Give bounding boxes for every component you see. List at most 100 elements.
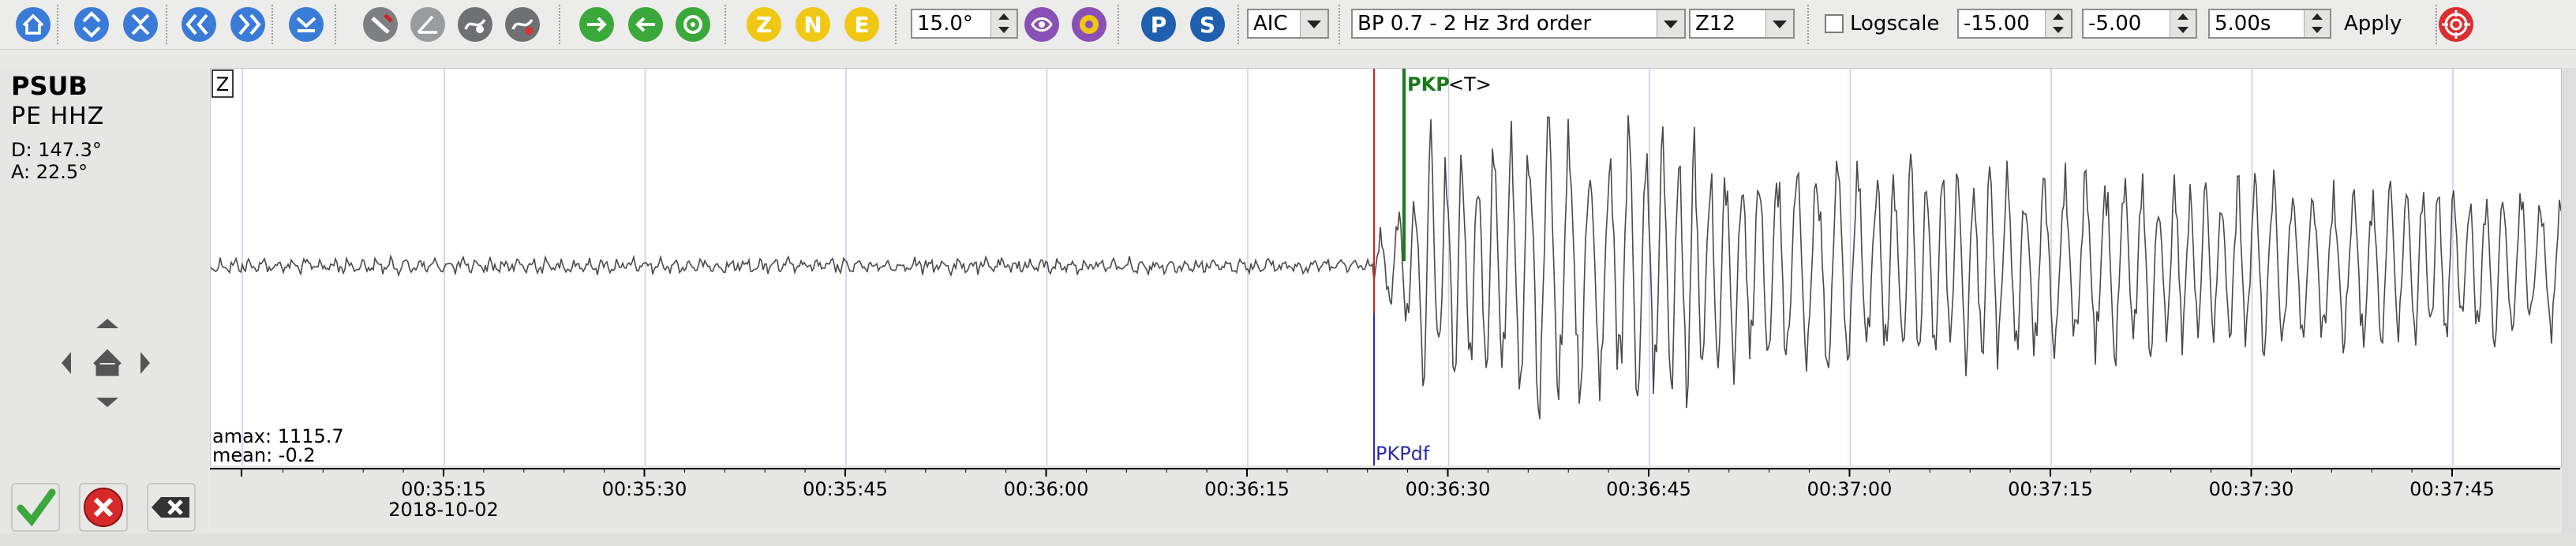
arrow-down-icon[interactable] xyxy=(96,398,118,407)
reject-x-icon xyxy=(79,483,128,532)
window-end-down-arrow[interactable] xyxy=(2170,24,2196,37)
logscale-label: Logscale xyxy=(1850,12,1940,36)
network-channel: PE HHZ xyxy=(11,103,105,130)
pick-p-button[interactable]: P xyxy=(1138,5,1179,44)
component-select[interactable]: Z12 xyxy=(1689,9,1795,39)
accept-check-icon xyxy=(11,483,60,532)
toolbar-separator xyxy=(559,5,564,44)
arrow-right-icon[interactable] xyxy=(140,352,150,374)
status-bar xyxy=(0,533,2576,546)
backward-green-icon[interactable] xyxy=(625,5,666,44)
axis-tick-label: 00:35:15 xyxy=(401,478,486,500)
chevron-down-icon[interactable] xyxy=(1657,10,1684,37)
axis-tick-label: 00:36:30 xyxy=(1406,478,1491,500)
window-end-up-arrow[interactable] xyxy=(2170,10,2196,24)
window-length-spinbox[interactable]: 5.00s xyxy=(2208,9,2331,39)
forward-green-icon[interactable] xyxy=(576,5,617,44)
pick-s-label: S xyxy=(1200,12,1215,38)
chevron-down-icon[interactable] xyxy=(1765,10,1793,37)
toolbar-separator xyxy=(724,5,729,44)
next-icon[interactable] xyxy=(227,5,268,44)
angle-spinbox[interactable]: 15.0° xyxy=(911,9,1018,39)
pick-face-icon[interactable] xyxy=(1069,5,1110,44)
component-select-value: Z12 xyxy=(1695,12,1735,36)
filter-select[interactable]: BP 0.7 - 2 Hz 3rd order xyxy=(1351,9,1686,39)
record-icon[interactable] xyxy=(502,5,543,44)
pick-label: PKP xyxy=(1407,73,1450,95)
vertical-scrollbar[interactable] xyxy=(2562,68,2576,533)
seismogram-trace-panel[interactable]: Z PKP <T> PKPdf amax: 1115.7 mean: -0.2 xyxy=(210,68,2562,467)
theoretical-arrival-label: PKPdf xyxy=(1376,443,1430,465)
filter-select-value: BP 0.7 - 2 Hz 3rd order xyxy=(1357,12,1592,36)
component-n-label: N xyxy=(803,12,822,38)
pick-s-button[interactable]: S xyxy=(1187,5,1228,44)
toolbar-separator xyxy=(57,5,62,44)
axis-tick-label: 00:36:45 xyxy=(1606,478,1691,500)
axis-tick-label: 00:35:30 xyxy=(602,478,687,500)
mean-label: mean: -0.2 xyxy=(212,444,316,466)
zoom-in-vertical-icon[interactable] xyxy=(71,5,112,44)
component-tag: Z xyxy=(216,73,229,95)
component-e-button[interactable]: E xyxy=(841,5,882,44)
toolbar-separator xyxy=(1339,5,1343,44)
arrow-up-icon[interactable] xyxy=(96,319,118,328)
time-axis-svg: 00:35:15 00:35:30 00:35:45 00:36:00 00:36:15… xyxy=(210,468,2560,521)
azimuth-value: A: 22.5° xyxy=(11,161,88,183)
toolbar-separator xyxy=(895,5,900,44)
window-start-value: -15.00 xyxy=(1964,12,2030,36)
align-icon[interactable] xyxy=(286,5,327,44)
seismogram-svg: Z PKP <T> PKPdf amax: 1115.7 mean: -0.2 xyxy=(211,69,2561,466)
picker-select-value: AIC xyxy=(1253,12,1288,36)
toolbar-separator xyxy=(271,5,276,44)
axis-tick-label: 00:37:30 xyxy=(2209,478,2294,500)
axis-date: 2018-10-02 xyxy=(388,499,498,521)
delete-button[interactable] xyxy=(147,483,196,532)
pick-eye-icon[interactable] xyxy=(1021,5,1062,44)
toolbar: Z N E 15.0° P S AIC BP 0.7 - 2 Hz 3rd or… xyxy=(0,0,2576,50)
home-icon[interactable] xyxy=(13,5,54,44)
axis-tick-label: 00:37:45 xyxy=(2409,478,2495,500)
accept-button[interactable] xyxy=(11,483,60,532)
toolbar-separator xyxy=(166,5,170,44)
home-small-icon[interactable] xyxy=(93,349,122,376)
zoom-out-vertical-icon[interactable] xyxy=(120,5,161,44)
toolbar-separator xyxy=(1237,5,1242,44)
time-axis: 00:35:15 00:35:30 00:35:45 00:36:00 00:36:15… xyxy=(210,466,2560,529)
toolbar-separator xyxy=(1118,5,1122,44)
axis-tick-label: 00:37:15 xyxy=(2008,478,2093,500)
arrow-left-icon[interactable] xyxy=(62,352,71,374)
station-info-panel: PSUB PE HHZ D: 147.3° A: 22.5° xyxy=(0,66,207,543)
waveform-trace xyxy=(211,115,2561,420)
angle-value: 15.0° xyxy=(917,12,973,36)
apply-button[interactable]: Apply xyxy=(2344,9,2402,39)
component-z-button[interactable]: Z xyxy=(743,5,784,44)
filter-toggle-icon[interactable] xyxy=(360,5,401,44)
axis-tick-label: 00:36:00 xyxy=(1004,478,1089,500)
pick-suffix: <T> xyxy=(1448,73,1492,95)
previous-icon[interactable] xyxy=(178,5,219,44)
window-length-down-arrow[interactable] xyxy=(2304,24,2330,37)
measure-icon[interactable] xyxy=(407,5,448,44)
window-end-value: -5.00 xyxy=(2088,12,2142,36)
logscale-checkbox[interactable] xyxy=(1825,14,1844,33)
target-icon[interactable] xyxy=(2436,5,2477,44)
axis-tick-label: 00:35:45 xyxy=(803,478,888,500)
angle-up-arrow[interactable] xyxy=(990,10,1017,24)
chevron-down-icon[interactable] xyxy=(1300,10,1327,37)
picker-select[interactable]: AIC xyxy=(1247,9,1329,39)
spectrogram-icon[interactable] xyxy=(455,5,496,44)
window-length-value: 5.00s xyxy=(2215,12,2271,36)
component-n-button[interactable]: N xyxy=(792,5,833,44)
component-z-label: Z xyxy=(756,12,772,38)
window-end-spinbox[interactable]: -5.00 xyxy=(2082,9,2197,39)
pick-p-label: P xyxy=(1151,12,1167,38)
window-start-down-arrow[interactable] xyxy=(2045,24,2071,37)
window-start-spinbox[interactable]: -15.00 xyxy=(1957,9,2072,39)
angle-down-arrow[interactable] xyxy=(990,24,1017,37)
window-length-up-arrow[interactable] xyxy=(2304,10,2330,24)
station-code: PSUB xyxy=(11,71,88,101)
window-start-up-arrow[interactable] xyxy=(2045,10,2071,24)
refresh-green-icon[interactable] xyxy=(672,5,713,44)
axis-tick-label: 00:36:15 xyxy=(1204,478,1290,500)
reject-button[interactable] xyxy=(79,483,128,532)
